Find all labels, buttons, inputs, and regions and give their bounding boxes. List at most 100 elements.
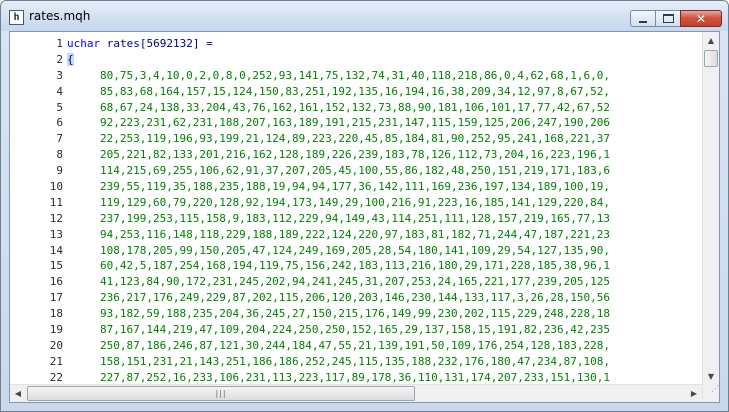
code-editor[interactable]: 1 uchar rates[5692132] = 2{3 80,75,3,4,10,0… <box>9 31 720 403</box>
horizontal-scrollbar[interactable]: ◀ ||| ▶ <box>10 384 703 402</box>
byte-values: 87,167,144,219,47,109,204,224,250,250,15… <box>100 323 610 337</box>
code-line[interactable]: 15 60,42,5,187,254,168,194,119,75,156,242… <box>10 258 702 274</box>
code-line[interactable]: 20 250,87,186,246,87,121,30,244,184,47,55… <box>10 338 702 354</box>
line-number: 13 <box>49 227 63 241</box>
code-line[interactable]: 10 239,55,119,35,188,235,188,19,94,94,177… <box>10 179 702 195</box>
byte-values: 108,178,205,99,150,205,47,124,249,169,20… <box>100 243 610 257</box>
scroll-right-button[interactable]: ▶ <box>686 385 702 402</box>
editor-window: h rates.mqh ✕ 1 uchar rates[5692132] = 2{3… <box>0 0 729 412</box>
code-text: 94,253,116,148,118,229,188,189,222,124,2… <box>100 227 610 243</box>
code-line[interactable]: 9 114,215,69,255,106,62,91,37,207,205,45,… <box>10 163 702 179</box>
line-number: 6 <box>56 116 63 130</box>
line-number: 11 <box>49 195 63 209</box>
byte-values: 92,223,231,62,231,188,207,163,189,191,21… <box>100 116 610 130</box>
line-number: 20 <box>49 338 63 352</box>
close-button[interactable]: ✕ <box>680 10 722 27</box>
grip-icon: ||| <box>215 389 227 398</box>
code-text: 237,199,253,115,158,9,183,112,229,94,149… <box>100 211 610 227</box>
title-bar[interactable]: h rates.mqh ✕ <box>1 1 728 31</box>
line-number: 9 <box>56 164 63 178</box>
line-number: 21 <box>49 354 63 368</box>
line-number: 2 <box>56 52 63 66</box>
caption-buttons: ✕ <box>630 10 722 29</box>
scroll-up-button[interactable]: ▲ <box>703 32 719 49</box>
line-number: 16 <box>49 275 63 289</box>
code-line[interactable]: 21 158,151,231,21,143,251,186,186,252,245… <box>10 354 702 370</box>
code-text: 92,223,231,62,231,188,207,163,189,191,21… <box>100 115 610 131</box>
line-number: 12 <box>49 211 63 225</box>
byte-values: 236,217,176,249,229,87,202,115,206,120,2… <box>100 291 610 305</box>
code-line[interactable]: 12 237,199,253,115,158,9,183,112,229,94,1… <box>10 211 702 227</box>
code-text: 119,129,60,79,220,128,92,194,173,149,29,… <box>100 195 610 211</box>
line-number: 5 <box>56 100 63 114</box>
code-line[interactable]: 7 22,253,119,196,93,199,21,124,89,223,220… <box>10 131 702 147</box>
line-number: 22 <box>49 370 63 384</box>
code-line[interactable]: 3 80,75,3,4,10,0,2,0,8,0,252,93,141,75,13… <box>10 68 702 84</box>
line-number: 8 <box>56 148 63 162</box>
code-text: uchar rates[5692132] = <box>67 36 213 52</box>
code-text: 250,87,186,246,87,121,30,244,184,47,55,2… <box>100 338 610 354</box>
code-text: 236,217,176,249,229,87,202,115,206,120,2… <box>100 290 610 306</box>
code-line[interactable]: 4 85,83,68,164,157,15,124,150,83,251,192,… <box>10 84 702 100</box>
keyword-token: uchar <box>67 37 101 50</box>
code-line[interactable]: 6 92,223,231,62,231,188,207,163,189,191,2… <box>10 115 702 131</box>
byte-values: 119,129,60,79,220,128,92,194,173,149,29,… <box>100 195 610 209</box>
code-text: 60,42,5,187,254,168,194,119,75,156,242,1… <box>100 258 610 274</box>
code-text: 80,75,3,4,10,0,2,0,8,0,252,93,141,75,132… <box>100 68 610 84</box>
horizontal-scroll-thumb[interactable]: ||| <box>27 386 415 401</box>
vertical-scrollbar[interactable]: ▲ ▼ <box>702 32 719 385</box>
resize-grip-icon: ⋰ <box>711 384 719 393</box>
scroll-down-button[interactable]: ▼ <box>703 368 719 385</box>
code-line[interactable]: 5 68,67,24,138,33,204,43,76,162,161,152,1… <box>10 100 702 116</box>
resize-grip[interactable]: ⋰ <box>702 384 719 402</box>
byte-values: 114,215,69,255,106,62,91,37,207,205,45,1… <box>100 164 610 178</box>
maximize-button[interactable] <box>655 10 681 27</box>
close-icon: ✕ <box>695 11 707 26</box>
code-text: 85,83,68,164,157,15,124,150,83,251,192,1… <box>100 84 610 100</box>
code-line[interactable]: 2{ <box>10 52 702 68</box>
line-number: 3 <box>56 68 63 82</box>
code-text: 158,151,231,21,143,251,186,186,252,245,1… <box>100 354 610 370</box>
line-number: 19 <box>49 323 63 337</box>
minimize-icon <box>639 20 647 23</box>
code-line[interactable]: 13 94,253,116,148,118,229,188,189,222,124… <box>10 227 702 243</box>
byte-values: 158,151,231,21,143,251,186,186,252,245,1… <box>100 354 610 368</box>
code-line[interactable]: 22 227,87,252,16,233,106,231,113,223,117,… <box>10 370 702 384</box>
maximize-icon <box>662 14 674 23</box>
code-text: 87,167,144,219,47,109,204,224,250,250,15… <box>100 322 610 338</box>
byte-values: 227,87,252,16,233,106,231,113,223,117,89… <box>100 370 610 384</box>
code-text: { <box>67 52 74 68</box>
byte-values: 93,182,59,188,235,204,36,245,27,150,215,… <box>100 307 610 321</box>
scroll-left-button[interactable]: ◀ <box>10 385 26 402</box>
byte-values: 94,253,116,148,118,229,188,189,222,124,2… <box>100 227 610 241</box>
code-line[interactable]: 8 205,221,82,133,201,216,162,128,189,226,… <box>10 147 702 163</box>
line-number: 15 <box>49 259 63 273</box>
byte-values: 41,123,84,90,172,231,245,202,94,241,245,… <box>100 275 610 289</box>
code-line[interactable]: 16 41,123,84,90,172,231,245,202,94,241,24… <box>10 274 702 290</box>
scroll-right-icon: ▶ <box>690 389 698 398</box>
code-line[interactable]: 14 108,178,205,99,150,205,47,124,249,169,… <box>10 243 702 259</box>
minimize-button[interactable] <box>630 10 656 27</box>
scroll-left-icon: ◀ <box>14 389 22 398</box>
code-text: 205,221,82,133,201,216,162,128,189,226,2… <box>100 147 610 163</box>
code-text: 68,67,24,138,33,204,43,76,162,161,152,13… <box>100 100 610 116</box>
declaration-token: rates[5692132] = <box>100 37 213 50</box>
code-text: 239,55,119,35,188,235,188,19,94,94,177,3… <box>100 179 610 195</box>
byte-values: 80,75,3,4,10,0,2,0,8,0,252,93,141,75,132… <box>100 68 610 82</box>
line-number: 17 <box>49 291 63 305</box>
vertical-scroll-thumb[interactable] <box>704 50 718 67</box>
code-text: 41,123,84,90,172,231,245,202,94,241,245,… <box>100 274 610 290</box>
code-line[interactable]: 19 87,167,144,219,47,109,204,224,250,250,… <box>10 322 702 338</box>
code-lines: 1 uchar rates[5692132] = 2{3 80,75,3,4,10,0… <box>10 36 702 384</box>
brace-token: { <box>67 52 74 66</box>
byte-values: 22,253,119,196,93,199,21,124,89,223,220,… <box>100 132 610 146</box>
line-number: 14 <box>49 243 63 257</box>
code-line[interactable]: 17 236,217,176,249,229,87,202,115,206,120… <box>10 290 702 306</box>
line-number: 18 <box>49 307 63 321</box>
code-line[interactable]: 1 uchar rates[5692132] = <box>10 36 702 52</box>
code-text: 93,182,59,188,235,204,36,245,27,150,215,… <box>100 306 610 322</box>
byte-values: 239,55,119,35,188,235,188,19,94,94,177,3… <box>100 180 610 194</box>
line-number: 4 <box>56 84 63 98</box>
code-line[interactable]: 11 119,129,60,79,220,128,92,194,173,149,2… <box>10 195 702 211</box>
code-line[interactable]: 18 93,182,59,188,235,204,36,245,27,150,21… <box>10 306 702 322</box>
